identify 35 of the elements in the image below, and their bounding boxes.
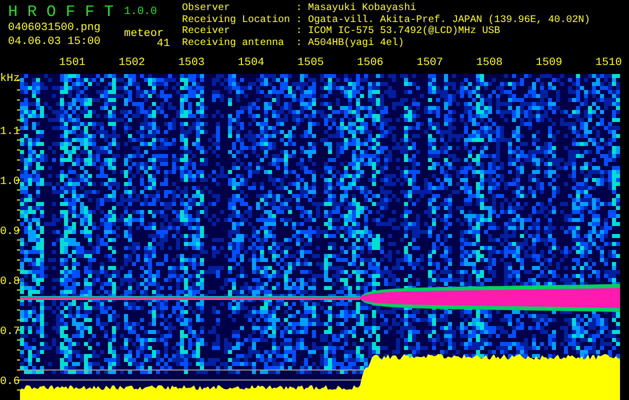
timestamp: 04.06.03 15:00 xyxy=(8,35,102,49)
frequency-label: 1.0 xyxy=(0,176,20,188)
app-title: H R O F F T xyxy=(8,3,115,21)
info-label: Observer xyxy=(182,3,232,14)
time-label: 1506 xyxy=(357,57,384,69)
time-label: 1503 xyxy=(178,57,205,69)
time-label: 1507 xyxy=(416,57,443,69)
frequency-label: 0.8 xyxy=(0,276,20,288)
frequency-label: 1.1 xyxy=(0,126,20,138)
time-label: 1509 xyxy=(536,57,562,69)
counter-label: meteor xyxy=(124,27,164,35)
info-separator: : xyxy=(296,3,302,14)
info-label: Receiving Location xyxy=(182,14,290,26)
frequency-label: 0.6 xyxy=(0,376,20,388)
info-separator: : xyxy=(296,26,302,38)
info-separator: : xyxy=(296,38,302,49)
info-value: A504HB(yagi 4el) xyxy=(308,38,406,49)
time-label: 1501 xyxy=(59,57,86,69)
time-label: 1504 xyxy=(238,57,264,69)
time-label: 1510 xyxy=(595,57,622,69)
info-label: Receiving antenna xyxy=(182,38,286,49)
time-label: 1505 xyxy=(297,57,324,69)
info-separator: : xyxy=(296,14,302,26)
info-value: ICOM IC-575 53.7492(@LCD)MHz USB xyxy=(308,26,502,38)
unit-label: kHz xyxy=(0,73,20,85)
info-label: Receiver xyxy=(182,26,232,38)
counter-value: 41 xyxy=(156,37,171,49)
info-value: Masayuki Kobayashi xyxy=(308,3,418,14)
info-value: Ogata-vill. Akita-Pref. JAPAN (139.96E, 40.02N) xyxy=(308,14,590,26)
version-label: 1.0.0 xyxy=(124,5,158,20)
time-label: 1502 xyxy=(118,57,145,69)
file-name: 0406031500.png xyxy=(8,21,102,35)
frequency-label: 0.9 xyxy=(0,226,20,238)
frequency-label: 0.7 xyxy=(0,326,20,338)
time-label: 1508 xyxy=(476,57,503,69)
